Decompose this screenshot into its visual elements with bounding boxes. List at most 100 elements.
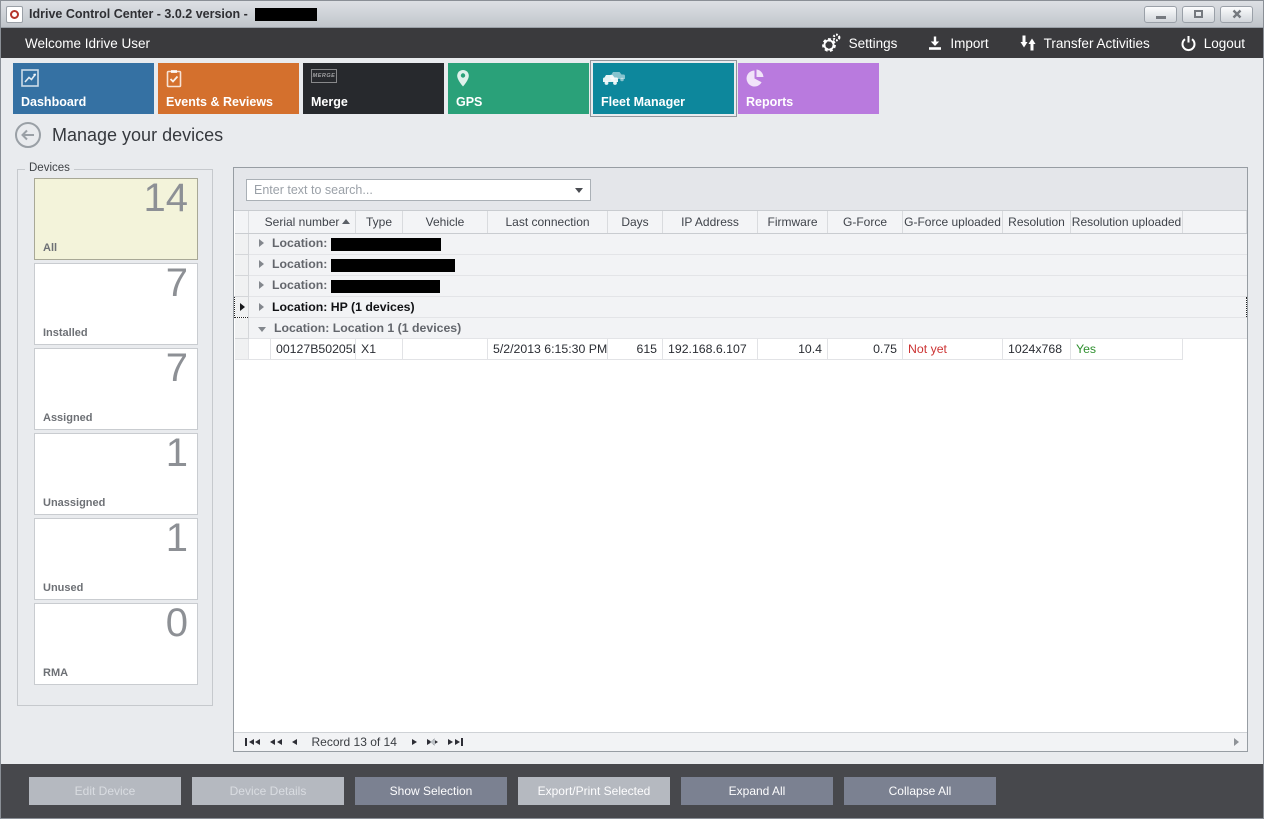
previous-page-button[interactable]	[265, 733, 287, 751]
app-window: Idrive Control Center - 3.0.2 version - …	[0, 0, 1264, 819]
group-row-toggle[interactable]: Location: HP (1 devices)	[249, 296, 1247, 317]
column-header-last-connection[interactable]: Last connection	[488, 211, 608, 233]
filler-cell	[1183, 338, 1247, 359]
row-indicator	[235, 296, 249, 317]
power-icon	[1180, 35, 1197, 52]
show-selection-button[interactable]: Show Selection	[355, 777, 507, 805]
topbar: Welcome Idrive User Settings	[1, 28, 1263, 58]
group-row-toggle[interactable]: Location: Location 1 (1 devices)	[249, 317, 1247, 338]
filter-card-rma[interactable]: 0 RMA	[34, 603, 198, 685]
row-indicator	[235, 338, 249, 359]
cell-g-force: 0.75	[828, 338, 903, 359]
cell-resolution: 1024x768	[1003, 338, 1071, 359]
tab-merge[interactable]: MERGE Merge	[303, 63, 444, 114]
tab-gps[interactable]: GPS	[448, 63, 589, 114]
minimize-icon	[1156, 16, 1166, 19]
next-record-button[interactable]	[407, 733, 422, 751]
expand-all-button[interactable]: Expand All	[681, 777, 833, 805]
device-row[interactable]: 00127B50205D X1 5/2/2013 6:15:30 PM 615 …	[235, 338, 1247, 359]
edit-device-button[interactable]: Edit Device	[29, 777, 181, 805]
tab-fleet-manager[interactable]: Fleet Manager	[593, 63, 734, 114]
chevron-down-icon[interactable]	[575, 188, 583, 193]
column-header-resolution[interactable]: Resolution	[1003, 211, 1071, 233]
column-header-days[interactable]: Days	[608, 211, 663, 233]
grid-empty-area	[234, 360, 1247, 733]
column-header-serial-number[interactable]: Serial number	[249, 211, 356, 233]
group-row-toggle[interactable]: Location:	[249, 254, 1247, 275]
card-label: All	[43, 242, 57, 254]
filter-card-installed[interactable]: 7 Installed	[34, 263, 198, 345]
column-header-type[interactable]: Type	[356, 211, 403, 233]
tab-dashboard[interactable]: Dashboard	[13, 63, 154, 114]
clipboard-check-icon	[166, 69, 182, 88]
indent-cell	[249, 338, 271, 359]
map-pin-icon	[456, 69, 470, 88]
row-indicator	[235, 275, 249, 296]
cell-days: 615	[608, 338, 663, 359]
filter-card-all[interactable]: 14 All	[34, 178, 198, 260]
scroll-left-icon[interactable]	[430, 738, 435, 746]
logout-button[interactable]: Logout	[1180, 35, 1245, 52]
tab-events-reviews[interactable]: Events & Reviews	[158, 63, 299, 114]
export-print-selected-button[interactable]: Export/Print Selected	[518, 777, 670, 805]
maximize-button[interactable]	[1182, 6, 1215, 23]
column-header-g-force[interactable]: G-Force	[828, 211, 903, 233]
column-header-ip-address[interactable]: IP Address	[663, 211, 758, 233]
record-position-text: Record 13 of 14	[312, 735, 397, 749]
card-label: Assigned	[43, 412, 93, 424]
expand-collapsed-icon	[259, 281, 264, 289]
card-count: 1	[166, 431, 188, 476]
cell-type: X1	[356, 338, 403, 359]
first-record-button[interactable]	[240, 733, 265, 751]
device-details-button[interactable]: Device Details	[192, 777, 344, 805]
close-icon	[1231, 8, 1243, 20]
tab-reports[interactable]: Reports	[738, 63, 879, 114]
column-header-filler	[1183, 211, 1247, 233]
filter-card-unused[interactable]: 1 Unused	[34, 518, 198, 600]
scroll-right-icon[interactable]	[1234, 738, 1239, 746]
column-header-firmware[interactable]: Firmware	[758, 211, 828, 233]
filter-card-unassigned[interactable]: 1 Unassigned	[34, 433, 198, 515]
last-record-button[interactable]	[443, 733, 468, 751]
import-button[interactable]: Import	[927, 35, 988, 51]
settings-button[interactable]: Settings	[820, 33, 898, 53]
group-row-toggle[interactable]: Location:	[249, 233, 1247, 254]
gear-icon	[820, 33, 842, 53]
column-header-resolution-uploaded[interactable]: Resolution uploaded	[1071, 211, 1183, 233]
expand-collapsed-icon	[259, 260, 264, 268]
device-grid-panel: Serial number Type Vehicle Last connecti…	[233, 167, 1248, 752]
devices-panel-label: Devices	[25, 162, 74, 174]
header-row: Serial number Type Vehicle Last connecti…	[235, 211, 1247, 233]
pager: Record 13 of 14	[234, 732, 1247, 751]
group-row-toggle[interactable]: Location:	[249, 275, 1247, 296]
search-strip	[234, 168, 1247, 211]
merge-icon: MERGE	[311, 69, 337, 83]
group-row: Location: Location 1 (1 devices)	[235, 317, 1247, 338]
group-row: Location:	[235, 275, 1247, 296]
previous-record-button[interactable]	[287, 733, 302, 751]
search-input[interactable]	[254, 183, 575, 197]
collapse-all-button[interactable]: Collapse All	[844, 777, 996, 805]
transfer-arrows-icon	[1019, 34, 1037, 52]
tile-label: Dashboard	[21, 95, 86, 109]
column-header-g-force-uploaded[interactable]: G-Force uploaded	[903, 211, 1003, 233]
close-button[interactable]	[1220, 6, 1253, 23]
transfer-activities-button[interactable]: Transfer Activities	[1019, 34, 1150, 52]
cell-firmware: 10.4	[758, 338, 828, 359]
settings-label: Settings	[849, 36, 898, 51]
footer-toolbar: Edit Device Device Details Show Selectio…	[1, 764, 1263, 818]
card-label: Unused	[43, 582, 83, 594]
row-indicator	[235, 233, 249, 254]
maximize-icon	[1194, 10, 1203, 18]
back-button[interactable]	[14, 121, 42, 149]
window-title: Idrive Control Center - 3.0.2 version -	[29, 7, 248, 21]
card-count: 1	[166, 516, 188, 561]
minimize-button[interactable]	[1144, 6, 1177, 23]
page-title: Manage your devices	[52, 125, 223, 146]
filter-card-assigned[interactable]: 7 Assigned	[34, 348, 198, 430]
column-header-vehicle[interactable]: Vehicle	[403, 211, 488, 233]
card-count: 7	[166, 261, 188, 306]
devices-table: Serial number Type Vehicle Last connecti…	[234, 211, 1247, 360]
line-chart-icon	[21, 69, 40, 88]
cell-serial: 00127B50205D	[271, 338, 356, 359]
